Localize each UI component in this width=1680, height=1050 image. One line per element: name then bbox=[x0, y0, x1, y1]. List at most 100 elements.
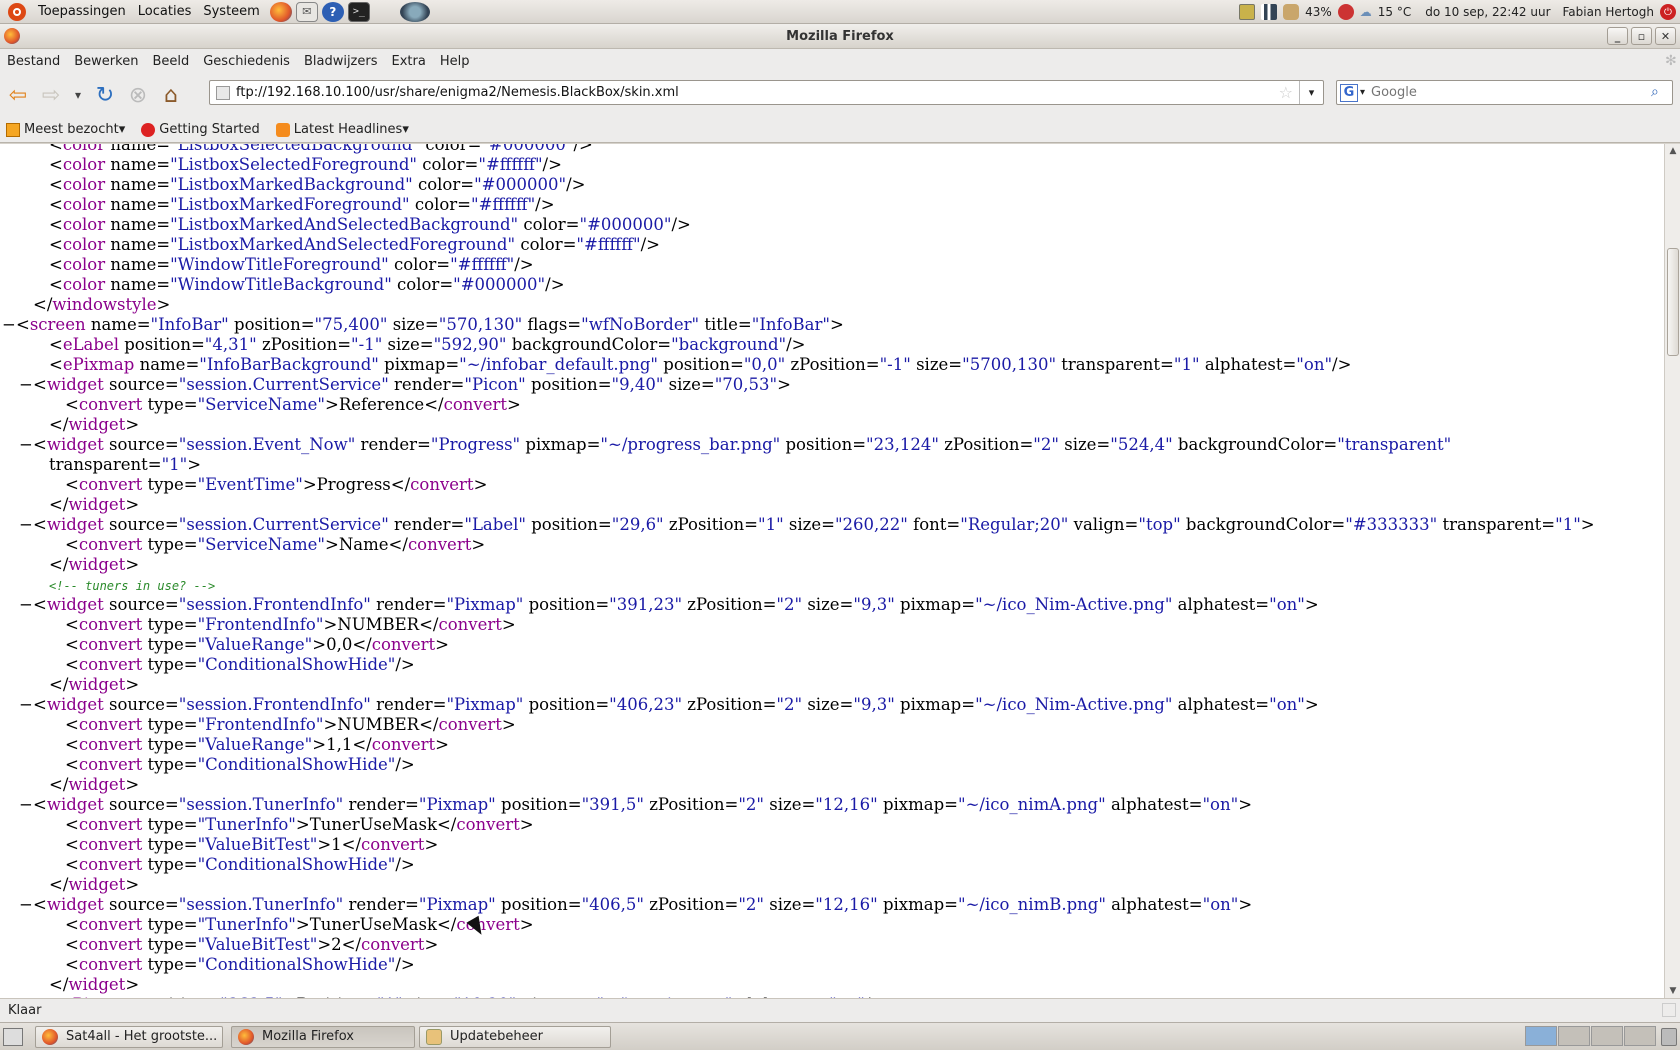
search-engine-icon[interactable]: G bbox=[1340, 83, 1358, 102]
ubuntu-logo-icon[interactable] bbox=[8, 2, 26, 21]
site-identity-icon[interactable] bbox=[216, 85, 230, 100]
xml-token: backgroundColor= bbox=[506, 335, 672, 354]
xml-line: − <screen name="InfoBar" position="75,400… bbox=[2, 315, 844, 335]
xml-token: size= bbox=[910, 355, 963, 374]
xml-token: "TunerInfo" bbox=[197, 915, 296, 934]
minimize-button[interactable]: _ bbox=[1607, 27, 1628, 45]
menu-bladwijzers[interactable]: Bladwijzers bbox=[297, 54, 385, 69]
xml-token: "InfoBarBackground" bbox=[199, 355, 379, 374]
xml-document-view[interactable]: <color name="ListboxSelectedBackground" … bbox=[0, 144, 1664, 998]
collapse-toggle[interactable]: − bbox=[19, 895, 33, 915]
url-input[interactable]: ftp://192.168.10.100/usr/share/enigma2/N… bbox=[236, 85, 1279, 100]
bookmark-most-visited[interactable]: Meest bezocht ▾ bbox=[6, 122, 125, 137]
history-dropdown-icon[interactable]: ▾ bbox=[69, 80, 87, 110]
menu-geschiedenis[interactable]: Geschiedenis bbox=[196, 54, 297, 69]
bookmark-star-icon[interactable]: ☆ bbox=[1279, 83, 1293, 102]
xml-token: "session.FrontendInfo" bbox=[178, 595, 371, 614]
menu-system[interactable]: Systeem bbox=[197, 4, 265, 19]
home-button[interactable]: ⌂ bbox=[156, 80, 186, 110]
taskbar-item-updatebeheer[interactable]: Updatebeheer bbox=[419, 1025, 611, 1048]
workspace-4[interactable] bbox=[1624, 1026, 1656, 1046]
help-launcher-icon[interactable]: ? bbox=[321, 1, 344, 22]
power-icon[interactable]: ⏻ bbox=[1660, 4, 1676, 20]
xml-token: "1" bbox=[1555, 515, 1581, 534]
xml-token: > bbox=[829, 315, 844, 334]
xml-token: "Regular;20" bbox=[960, 515, 1069, 534]
taskbar-item-firefox[interactable]: Mozilla Firefox bbox=[231, 1025, 415, 1048]
workspace-2[interactable] bbox=[1558, 1026, 1590, 1046]
mail-launcher-icon[interactable]: ✉ bbox=[295, 1, 318, 22]
collapse-toggle[interactable]: − bbox=[19, 695, 33, 715]
xml-token: < bbox=[65, 395, 79, 414]
trash-icon[interactable] bbox=[1661, 1028, 1677, 1046]
xml-token: "on" bbox=[1296, 355, 1333, 374]
stop-button[interactable]: ⊗ bbox=[123, 80, 153, 110]
menu-extra[interactable]: Extra bbox=[385, 54, 433, 69]
menu-bewerken[interactable]: Bewerken bbox=[67, 54, 145, 69]
menu-applications[interactable]: Toepassingen bbox=[32, 4, 132, 19]
url-dropdown-icon[interactable]: ▾ bbox=[1299, 81, 1323, 104]
rss-icon bbox=[275, 122, 290, 137]
scrollbar-thumb[interactable] bbox=[1667, 248, 1679, 356]
workspace-1[interactable] bbox=[1525, 1026, 1557, 1046]
xml-token: "background" bbox=[671, 335, 787, 354]
bottom-panel: Sat4all - Het grootste... Mozilla Firefo… bbox=[0, 1022, 1680, 1050]
xml-token: convert bbox=[78, 735, 143, 754]
back-button[interactable]: ⇦ bbox=[3, 80, 33, 110]
show-desktop-button[interactable] bbox=[3, 1027, 23, 1046]
xml-token: </ bbox=[49, 495, 69, 514]
collapse-toggle[interactable]: − bbox=[2, 315, 16, 335]
xml-token: position= bbox=[495, 895, 582, 914]
firefox-window-icon[interactable] bbox=[4, 28, 20, 44]
collapse-toggle[interactable]: − bbox=[19, 435, 33, 455]
terminal-launcher-icon[interactable]: >_ bbox=[347, 1, 370, 22]
window-titlebar[interactable]: Mozilla Firefox _ ▫ ✕ bbox=[0, 24, 1680, 49]
close-button[interactable]: ✕ bbox=[1655, 27, 1676, 45]
collapse-toggle[interactable]: − bbox=[19, 595, 33, 615]
xml-token: transparent= bbox=[1056, 355, 1174, 374]
app-launcher-icon[interactable] bbox=[399, 1, 430, 22]
menu-places[interactable]: Locaties bbox=[132, 4, 198, 19]
xml-token: "EventTime" bbox=[197, 475, 303, 494]
xml-token: >NUMBER</ bbox=[323, 715, 439, 734]
collapse-toggle[interactable]: − bbox=[19, 795, 33, 815]
resize-grip-icon[interactable] bbox=[1662, 1003, 1676, 1017]
xml-token: "70,53" bbox=[714, 375, 778, 394]
clock[interactable]: do 10 sep, 22:42 uur bbox=[1425, 5, 1550, 19]
scroll-up-icon[interactable]: ▲ bbox=[1665, 144, 1680, 158]
menu-bestand[interactable]: Bestand bbox=[0, 54, 67, 69]
search-engine-dropdown-icon[interactable]: ▾ bbox=[1360, 87, 1365, 98]
forward-button[interactable]: ⇨ bbox=[36, 80, 66, 110]
bookmark-getting-started[interactable]: Getting Started bbox=[141, 122, 260, 137]
xml-line: − <widget source="session.TunerInfo" rend… bbox=[19, 895, 1252, 915]
xml-token: "260,22" bbox=[834, 515, 908, 534]
xml-token: render= bbox=[370, 695, 447, 714]
menu-beeld[interactable]: Beeld bbox=[145, 54, 196, 69]
collapse-toggle[interactable]: − bbox=[19, 515, 33, 535]
user-name[interactable]: Fabian Hertogh bbox=[1563, 5, 1655, 19]
reload-button[interactable]: ↻ bbox=[90, 80, 120, 110]
search-input[interactable] bbox=[1371, 85, 1651, 100]
battery-icon[interactable] bbox=[1283, 4, 1300, 20]
weather-icon[interactable]: ☁ bbox=[1360, 5, 1372, 19]
search-icon[interactable]: ⌕ bbox=[1651, 84, 1669, 102]
xml-token: < bbox=[65, 955, 79, 974]
scroll-down-icon[interactable]: ▼ bbox=[1665, 984, 1680, 998]
workspace-3[interactable] bbox=[1591, 1026, 1623, 1046]
menu-help[interactable]: Help bbox=[433, 54, 477, 69]
taskbar-item-sat4all[interactable]: Sat4all - Het grootste... bbox=[35, 1025, 223, 1048]
vertical-scrollbar[interactable]: ▲ ▼ bbox=[1664, 144, 1680, 998]
network-icon[interactable] bbox=[1261, 4, 1278, 20]
url-bar[interactable]: ftp://192.168.10.100/usr/share/enigma2/N… bbox=[209, 80, 1324, 105]
volume-muted-icon[interactable] bbox=[1337, 4, 1354, 20]
xml-token: color= bbox=[417, 155, 479, 174]
bookmark-latest-headlines[interactable]: Latest Headlines ▾ bbox=[275, 122, 409, 137]
maximize-button[interactable]: ▫ bbox=[1631, 27, 1652, 45]
firefox-launcher-icon[interactable] bbox=[269, 1, 292, 22]
collapse-toggle[interactable]: − bbox=[19, 375, 33, 395]
bookmark-label: Meest bezocht bbox=[24, 122, 119, 137]
notification-icon[interactable] bbox=[1239, 4, 1256, 20]
xml-token: "ValueBitTest" bbox=[197, 935, 318, 954]
xml-token: >1</ bbox=[317, 835, 362, 854]
search-bar[interactable]: G ▾ ⌕ bbox=[1336, 80, 1673, 105]
